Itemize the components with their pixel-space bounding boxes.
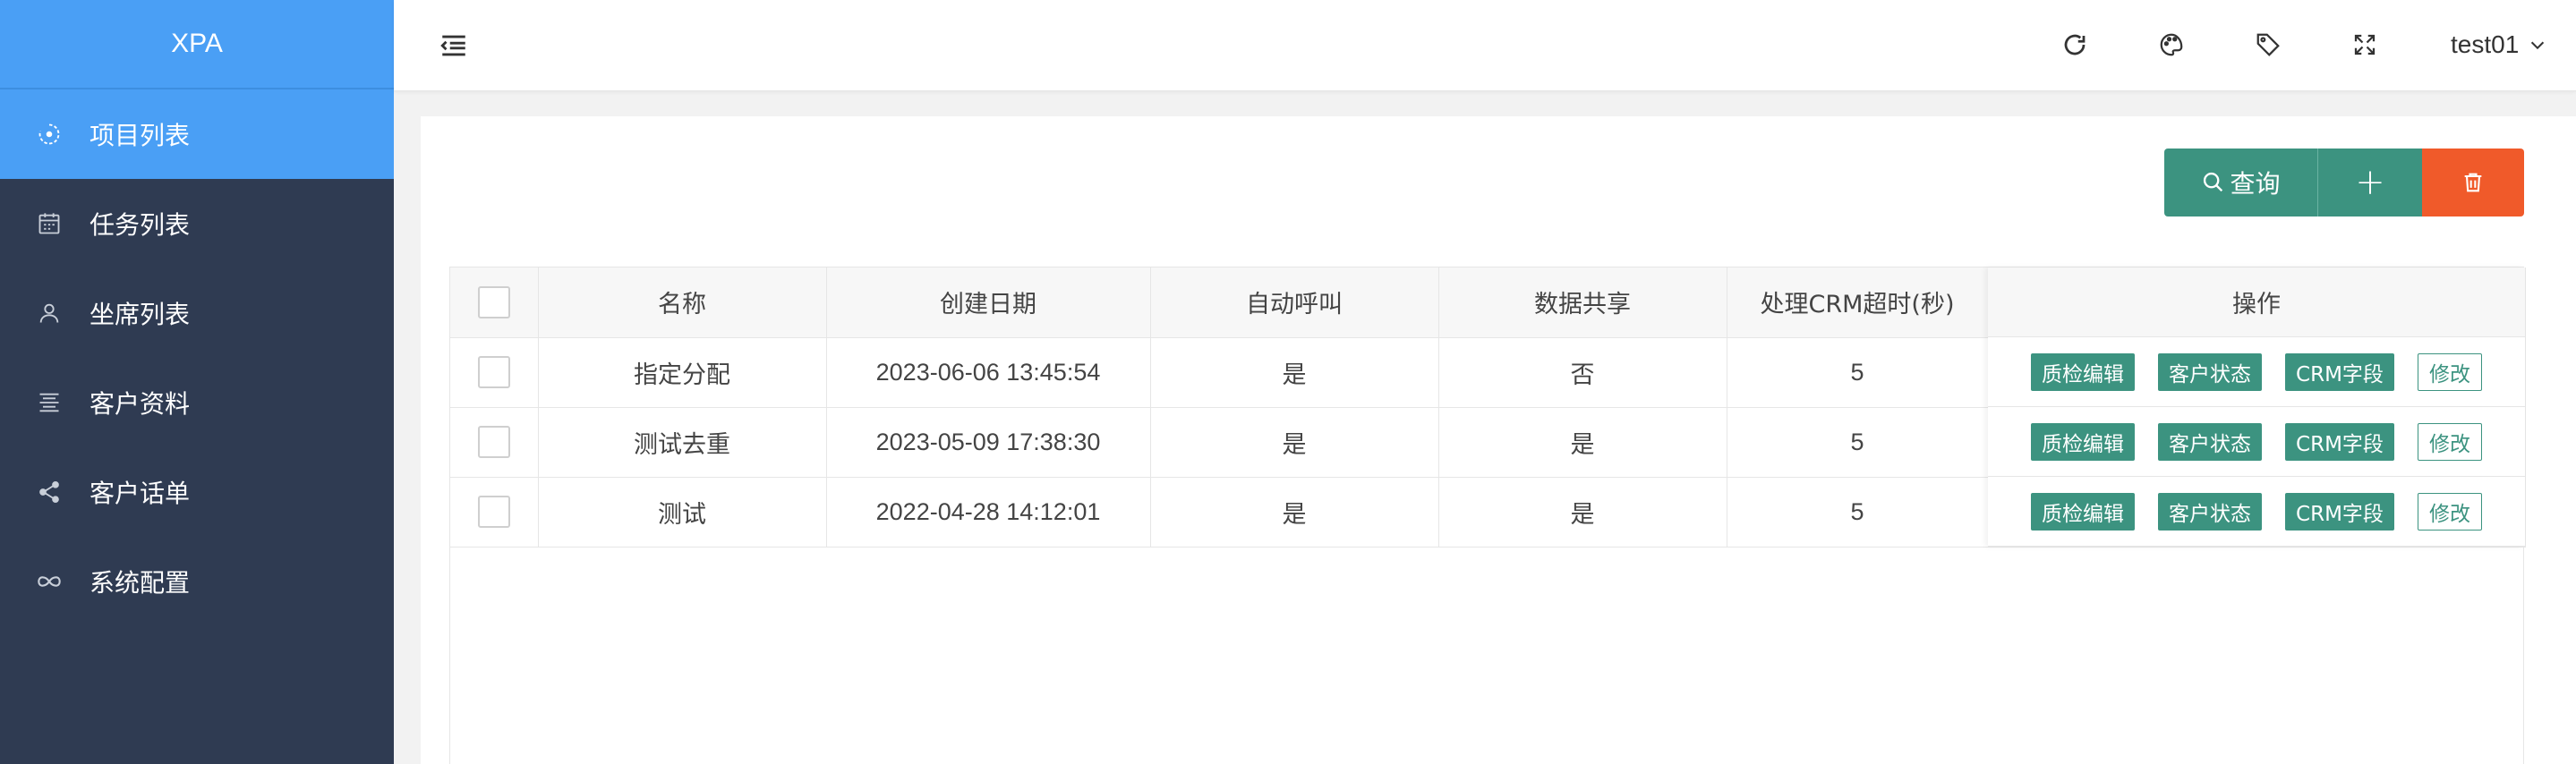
row-actions: 质检编辑 客户状态 CRM字段 修改 <box>1988 477 2525 547</box>
column-header-crm-timeout[interactable]: 处理CRM超时(秒) <box>1727 267 1989 338</box>
row-actions: 质检编辑 客户状态 CRM字段 修改 <box>1988 337 2525 407</box>
column-header-actions: 操作 <box>1988 267 2525 337</box>
cell-date: 2022-04-28 14:12:01 <box>826 477 1151 548</box>
select-all-cell <box>450 267 539 338</box>
cell-data-share: 是 <box>1438 407 1727 478</box>
cell-data-share: 是 <box>1438 477 1727 548</box>
cell-name: 测试 <box>538 477 827 548</box>
row-checkbox[interactable] <box>477 356 510 388</box>
palette-icon[interactable] <box>2155 29 2188 61</box>
qc-edit-button[interactable]: 质检编辑 <box>2031 422 2136 461</box>
column-header-date[interactable]: 创建日期 <box>826 267 1151 338</box>
cell-auto-call: 是 <box>1150 337 1439 408</box>
row-checkbox[interactable] <box>477 426 510 458</box>
sidebar-item-label: 项目列表 <box>90 121 191 150</box>
edit-button[interactable]: 修改 <box>2417 422 2482 461</box>
sidebar-item-label: 系统配置 <box>90 568 191 598</box>
sidebar-item-label: 坐席列表 <box>90 300 191 329</box>
list-icon <box>36 389 63 416</box>
sidebar-item-tasks[interactable]: 任务列表 <box>0 179 394 268</box>
search-button[interactable]: 查询 <box>2164 149 2318 216</box>
sidebar-item-call-records[interactable]: 客户话单 <box>0 447 394 537</box>
top-header: test01 <box>394 0 2576 91</box>
search-label: 查询 <box>2230 169 2281 199</box>
sidebar-item-label: 客户资料 <box>90 389 191 419</box>
customer-status-button[interactable]: 客户状态 <box>2158 352 2263 391</box>
customer-status-button[interactable]: 客户状态 <box>2158 422 2263 461</box>
sidebar-item-label: 客户话单 <box>90 479 191 508</box>
edit-button[interactable]: 修改 <box>2417 352 2482 391</box>
trash-icon <box>2464 173 2482 192</box>
cell-date: 2023-05-09 17:38:30 <box>826 407 1151 478</box>
project-table: 名称 创建日期 自动呼叫 数据共享 处理CRM超时(秒) 指定分配 2023-0… <box>449 267 2526 764</box>
crm-fields-button[interactable]: CRM字段 <box>2285 352 2394 391</box>
main-card: 查询 + 名称 创建日期 自动呼叫 数据共享 处理CRM超时(秒) 指定分配 2… <box>421 116 2576 764</box>
crm-fields-button[interactable]: CRM字段 <box>2285 422 2394 461</box>
plus-icon: + <box>2355 162 2385 203</box>
chevron-down-icon <box>2531 41 2545 50</box>
delete-button[interactable] <box>2422 149 2524 216</box>
refresh-icon[interactable] <box>2059 29 2091 61</box>
infinity-icon <box>36 568 63 595</box>
select-all-checkbox[interactable] <box>477 285 510 318</box>
fullscreen-icon[interactable] <box>2349 29 2381 61</box>
customer-status-button[interactable]: 客户状态 <box>2158 492 2263 531</box>
cell-data-share: 否 <box>1438 337 1727 408</box>
column-header-name[interactable]: 名称 <box>538 267 827 338</box>
qc-edit-button[interactable]: 质检编辑 <box>2031 492 2136 531</box>
share-icon <box>36 479 63 505</box>
menu-fold-icon[interactable] <box>439 30 469 61</box>
column-header-data-share[interactable]: 数据共享 <box>1438 267 1727 338</box>
cell-crm-timeout: 5 <box>1727 407 1989 478</box>
sidebar: XPA 项目列表 任务列表 坐席列表 客户资料 客户话单 系统配置 <box>0 0 394 764</box>
row-checkbox[interactable] <box>477 496 510 528</box>
sidebar-item-label: 任务列表 <box>90 210 191 240</box>
cell-auto-call: 是 <box>1150 477 1439 548</box>
cell-name: 测试去重 <box>538 407 827 478</box>
app-logo: XPA <box>0 0 394 89</box>
sidebar-item-settings[interactable]: 系统配置 <box>0 537 394 626</box>
tag-icon[interactable] <box>2252 29 2284 61</box>
username: test01 <box>2451 30 2520 58</box>
sidebar-item-customers[interactable]: 客户资料 <box>0 358 394 447</box>
toolbar: 查询 + <box>2164 149 2524 216</box>
crm-fields-button[interactable]: CRM字段 <box>2285 492 2394 531</box>
edit-button[interactable]: 修改 <box>2417 492 2482 531</box>
cell-crm-timeout: 5 <box>1727 337 1989 408</box>
sidebar-item-projects[interactable]: 项目列表 <box>0 89 394 179</box>
row-actions: 质检编辑 客户状态 CRM字段 修改 <box>1988 407 2525 477</box>
qc-edit-button[interactable]: 质检编辑 <box>2031 352 2136 391</box>
sidebar-item-agents[interactable]: 坐席列表 <box>0 268 394 358</box>
add-button[interactable]: + <box>2318 149 2422 216</box>
calendar-icon <box>36 210 63 237</box>
column-header-auto-call[interactable]: 自动呼叫 <box>1150 267 1439 338</box>
user-menu[interactable]: test01 <box>2451 27 2547 63</box>
cell-crm-timeout: 5 <box>1727 477 1989 548</box>
operations-column: 操作 质检编辑 客户状态 CRM字段 修改 质检编辑 客户状态 CRM字段 修改… <box>1988 267 2525 547</box>
project-icon <box>36 121 63 148</box>
user-icon <box>36 300 63 327</box>
search-icon <box>2204 172 2223 192</box>
cell-date: 2023-06-06 13:45:54 <box>826 337 1151 408</box>
cell-auto-call: 是 <box>1150 407 1439 478</box>
cell-name: 指定分配 <box>538 337 827 408</box>
